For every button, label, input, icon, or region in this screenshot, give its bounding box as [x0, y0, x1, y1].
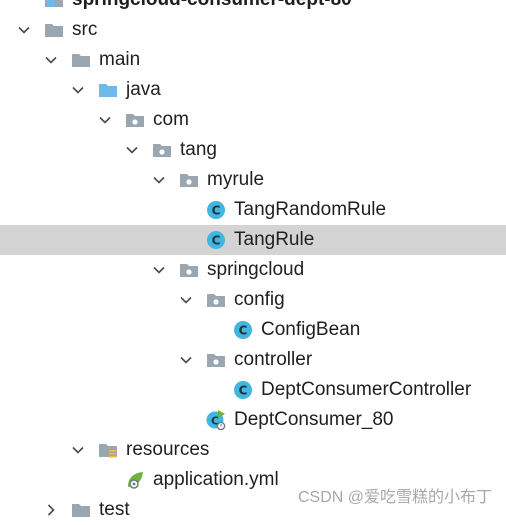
tree-item-label: tang	[180, 139, 217, 160]
expand-arrow-icon[interactable]	[150, 255, 168, 285]
tree-row-springcloud-consumer-dept-80[interactable]: springcloud-consumer-dept-80	[0, 0, 506, 15]
java-class-icon: C	[206, 230, 226, 250]
spring-yml-icon	[125, 470, 145, 490]
tree-item-label: myrule	[207, 169, 265, 190]
package-icon	[206, 350, 226, 370]
tree-row-deptconsumercontroller[interactable]: C DeptConsumerController	[0, 375, 506, 405]
expand-arrow-icon[interactable]	[15, 15, 33, 45]
tree-row-tang[interactable]: tang	[0, 135, 506, 165]
tree-row-src[interactable]: src	[0, 15, 506, 45]
svg-text:C: C	[239, 384, 248, 398]
tree-row-java[interactable]: java	[0, 75, 506, 105]
tree-row-main[interactable]: main	[0, 45, 506, 75]
java-class-icon: C	[233, 380, 253, 400]
tree-item-label: config	[234, 289, 285, 310]
tree-item-label: main	[99, 49, 141, 70]
spring-boot-class-icon: C	[206, 410, 226, 431]
tree-item-label: springcloud-consumer-dept-80	[72, 0, 352, 15]
package-icon	[125, 110, 145, 130]
tree-item-label: DeptConsumerController	[261, 379, 472, 400]
tree-row-config[interactable]: config	[0, 285, 506, 315]
tree-row-configbean[interactable]: C ConfigBean	[0, 315, 506, 345]
tree-item-label: java	[126, 79, 161, 100]
folder-icon	[44, 20, 64, 40]
tree-item-label: springcloud	[207, 259, 305, 280]
tree-item-label: DeptConsumer_80	[234, 409, 394, 430]
tree-row-springcloud[interactable]: springcloud	[0, 255, 506, 285]
expand-arrow-icon[interactable]	[96, 105, 114, 135]
source-folder-icon	[98, 80, 118, 100]
expand-arrow-icon[interactable]	[177, 345, 195, 375]
tree-item-label: application.yml	[153, 469, 279, 490]
tree-item-label: controller	[234, 349, 313, 370]
expand-arrow-icon[interactable]	[123, 135, 141, 165]
tree-row-com[interactable]: com	[0, 105, 506, 135]
tree-item-label: src	[72, 19, 98, 40]
package-icon	[206, 290, 226, 310]
folder-icon	[71, 50, 91, 70]
resources-folder-icon	[98, 440, 118, 460]
tree-row-tangrule[interactable]: C TangRule	[0, 225, 506, 255]
package-icon	[179, 170, 199, 190]
svg-text:C: C	[239, 324, 248, 338]
java-class-icon: C	[206, 200, 226, 220]
package-icon	[152, 140, 172, 160]
tree-row-myrule[interactable]: myrule	[0, 165, 506, 195]
tree-row-controller[interactable]: controller	[0, 345, 506, 375]
tree-item-label: TangRule	[234, 229, 315, 250]
expand-arrow-icon[interactable]	[69, 75, 87, 105]
project-tree: springcloud-consumer-dept-80 srcmain java c…	[0, 0, 506, 520]
tree-row-deptconsumer-80[interactable]: C DeptConsumer_80	[0, 405, 506, 435]
folder-icon	[71, 500, 91, 520]
tree-item-label: ConfigBean	[261, 319, 361, 340]
tree-item-label: TangRandomRule	[234, 199, 387, 220]
expand-arrow-icon[interactable]	[177, 285, 195, 315]
java-class-icon: C	[233, 320, 253, 340]
svg-text:C: C	[212, 234, 221, 248]
tree-row-resources[interactable]: resources	[0, 435, 506, 465]
watermark: CSDN @爱吃雪糕的小布丁	[297, 489, 492, 506]
tree-item-label: test	[99, 499, 130, 520]
svg-text:C: C	[212, 204, 221, 218]
tree-row-tangrandomrule[interactable]: C TangRandomRule	[0, 195, 506, 225]
module-folder-icon	[44, 0, 64, 10]
tree-item-label: resources	[126, 439, 210, 460]
collapse-arrow-icon[interactable]	[42, 495, 60, 525]
expand-arrow-icon[interactable]	[150, 165, 168, 195]
package-icon	[179, 260, 199, 280]
expand-arrow-icon[interactable]	[69, 435, 87, 465]
tree-item-label: com	[153, 109, 189, 130]
expand-arrow-icon[interactable]	[42, 45, 60, 75]
